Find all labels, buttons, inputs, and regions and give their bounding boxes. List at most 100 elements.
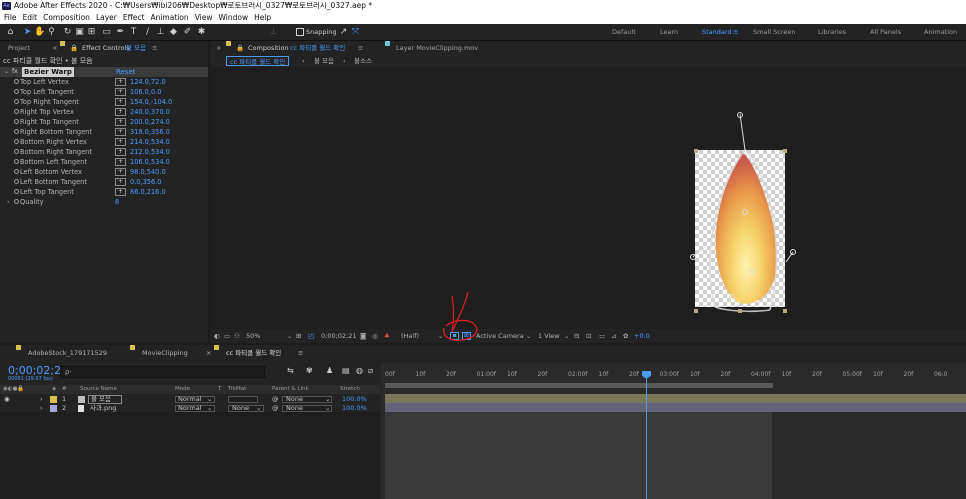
stopwatch-icon[interactable]	[14, 99, 19, 104]
pan-behind-tool-icon[interactable]: ⊞	[86, 27, 97, 38]
stopwatch-icon[interactable]	[14, 89, 19, 94]
stopwatch-icon[interactable]	[14, 79, 19, 84]
region-of-interest-icon[interactable]: ◰	[308, 329, 314, 343]
current-time-indicator[interactable]	[646, 371, 647, 499]
snapping-checkbox[interactable]	[296, 28, 304, 36]
crosshair-icon[interactable]: +	[115, 78, 126, 86]
close-icon[interactable]: ×	[52, 41, 57, 55]
property-value[interactable]: 212.0,534.0	[130, 147, 170, 157]
pen-tool-icon[interactable]: ✒	[115, 27, 126, 38]
type-tool-icon[interactable]: T	[128, 27, 139, 38]
property-value[interactable]: 98.0,540.0	[130, 167, 166, 177]
tab-layer-movieclipping[interactable]: Layer MovieClipping.mov	[396, 41, 478, 55]
crosshair-icon[interactable]: +	[115, 148, 126, 156]
nav-item-fire-source[interactable]: 불소스	[354, 55, 372, 67]
crosshair-icon[interactable]: +	[115, 178, 126, 186]
exposure-value[interactable]: +0.0	[634, 329, 650, 343]
expand-arrow-icon[interactable]: ›	[7, 197, 10, 207]
hand-tool-icon[interactable]: ✋	[34, 27, 45, 38]
stopwatch-icon[interactable]	[14, 189, 19, 194]
chevron-down-icon[interactable]: ⌄	[526, 329, 531, 343]
crosshair-icon[interactable]: +	[115, 158, 126, 166]
close-icon[interactable]: ×	[206, 345, 211, 362]
roto-brush-tool-icon[interactable]: ✐	[182, 27, 193, 38]
crosshair-icon[interactable]: +	[115, 188, 126, 196]
comp-mini-flowchart-icon[interactable]: ⇆	[287, 366, 294, 375]
menu-help[interactable]: Help	[251, 12, 274, 24]
crosshair-icon[interactable]: +	[115, 98, 126, 106]
menu-composition[interactable]: Composition	[40, 12, 93, 24]
layer-row-1[interactable]: ◉ › 1 불 모음 Normal ⌄ @ None ⌄ 100.0%	[0, 395, 380, 404]
menu-animation[interactable]: Animation	[147, 12, 191, 24]
tab-effect-controls[interactable]: Effect Controls	[82, 41, 130, 55]
quality-value[interactable]: 8	[115, 197, 119, 207]
shy-layers-icon[interactable]: ♟	[326, 366, 333, 375]
stopwatch-icon[interactable]	[14, 169, 19, 174]
eraser-tool-icon[interactable]: ◆	[168, 27, 179, 38]
panel-menu-icon[interactable]: ≡	[298, 345, 303, 362]
workspace-small-screen[interactable]: Small Screen	[753, 24, 795, 41]
fx-badge-icon[interactable]: fx	[12, 68, 18, 76]
home-icon[interactable]: ⌂	[5, 27, 16, 38]
comp-flowchart-icon[interactable]: ⚏	[599, 329, 605, 343]
workspace-learn[interactable]: Learn	[660, 24, 678, 41]
stopwatch-icon[interactable]	[14, 179, 19, 184]
crosshair-icon[interactable]: +	[115, 88, 126, 96]
channel-color-icon[interactable]: ♣	[384, 329, 390, 343]
snap-expand-icon[interactable]: ⤧	[350, 27, 361, 38]
rotate-tool-icon[interactable]: ↻	[62, 27, 73, 38]
layer-list-empty-area[interactable]	[0, 412, 380, 499]
property-value[interactable]: 86.0,216.0	[130, 187, 166, 197]
property-value[interactable]: 214.0,534.0	[130, 137, 170, 147]
timeline-tracks[interactable]: 00f 10f 20f 01:00f 10f 20f 02:00f 10f 20f 03:00f 1…	[381, 363, 966, 499]
menu-effect[interactable]: Effect	[120, 12, 148, 24]
frame-blending-icon[interactable]: ▤	[342, 366, 350, 375]
composition-viewer[interactable]	[210, 67, 966, 329]
layer-label-color[interactable]	[50, 405, 57, 412]
grid-guides-icon[interactable]: ⊞	[296, 329, 301, 343]
timeline-empty-track-area[interactable]	[385, 412, 772, 499]
layer-bar-1[interactable]	[385, 394, 966, 403]
chevron-down-icon[interactable]: ⌄	[287, 329, 292, 343]
resolution-dropdown[interactable]: (Half)	[401, 329, 419, 343]
draft-3d-icon[interactable]: ✾	[306, 366, 313, 375]
expand-chevron-icon[interactable]: ⌄	[4, 67, 9, 77]
lock-icon[interactable]: 🔒	[70, 41, 78, 55]
stopwatch-icon[interactable]	[14, 149, 19, 154]
motion-blur-icon[interactable]: ◍	[356, 366, 363, 375]
crosshair-icon[interactable]: +	[115, 128, 126, 136]
timeline-tab-active[interactable]: cc 파티클 월드 확인	[226, 345, 281, 362]
stopwatch-icon[interactable]	[14, 119, 19, 124]
time-ruler[interactable]: 00f 10f 20f 01:00f 10f 20f 02:00f 10f 20f 03:00f 1…	[381, 371, 966, 383]
nav-item-fire[interactable]: 불 모음	[314, 55, 334, 67]
viewer-timecode[interactable]: 0;00;02;21	[321, 329, 357, 343]
stopwatch-icon[interactable]	[14, 139, 19, 144]
close-icon[interactable]: ×	[216, 41, 221, 55]
visibility-eye-icon[interactable]: ◉	[4, 395, 10, 404]
timeline-link-icon[interactable]: ⊡	[586, 329, 591, 343]
property-value[interactable]: 106.0,0.0	[130, 87, 161, 97]
puppet-tool-icon[interactable]: ✱	[196, 27, 207, 38]
lock-icon[interactable]: 🔒	[236, 41, 244, 55]
menu-file[interactable]: File	[0, 12, 20, 24]
property-value[interactable]: 318.0,356.0	[130, 127, 170, 137]
workspace-libraries[interactable]: Libraries	[818, 24, 846, 41]
crosshair-icon[interactable]: +	[115, 138, 126, 146]
clone-stamp-tool-icon[interactable]: ⊥	[155, 27, 166, 38]
menu-edit[interactable]: Edit	[20, 12, 41, 24]
workspace-default[interactable]: Default	[612, 24, 636, 41]
layer-name[interactable]: 불 모음	[88, 395, 123, 404]
expand-arrow-icon[interactable]: ›	[40, 395, 43, 404]
graph-editor-icon[interactable]: ⧄	[368, 366, 373, 376]
workspace-standard[interactable]: Standard	[702, 24, 732, 41]
camera-tool-icon[interactable]: ▣	[74, 27, 85, 38]
mask-visibility-icon[interactable]: ⚇	[234, 329, 240, 343]
chevron-down-icon[interactable]: ⌄	[564, 329, 569, 343]
tab-composition[interactable]: Composition	[248, 41, 289, 55]
effect-header-bezier-warp[interactable]: ⌄ fx Bezier Warp Reset	[0, 67, 208, 77]
stopwatch-icon[interactable]	[14, 199, 19, 204]
tab-project[interactable]: Project	[8, 41, 30, 55]
column-source-name[interactable]: Source Name	[80, 385, 117, 394]
layer-stretch[interactable]: 100.0%	[342, 395, 367, 404]
reset-link[interactable]: Reset	[116, 67, 136, 77]
